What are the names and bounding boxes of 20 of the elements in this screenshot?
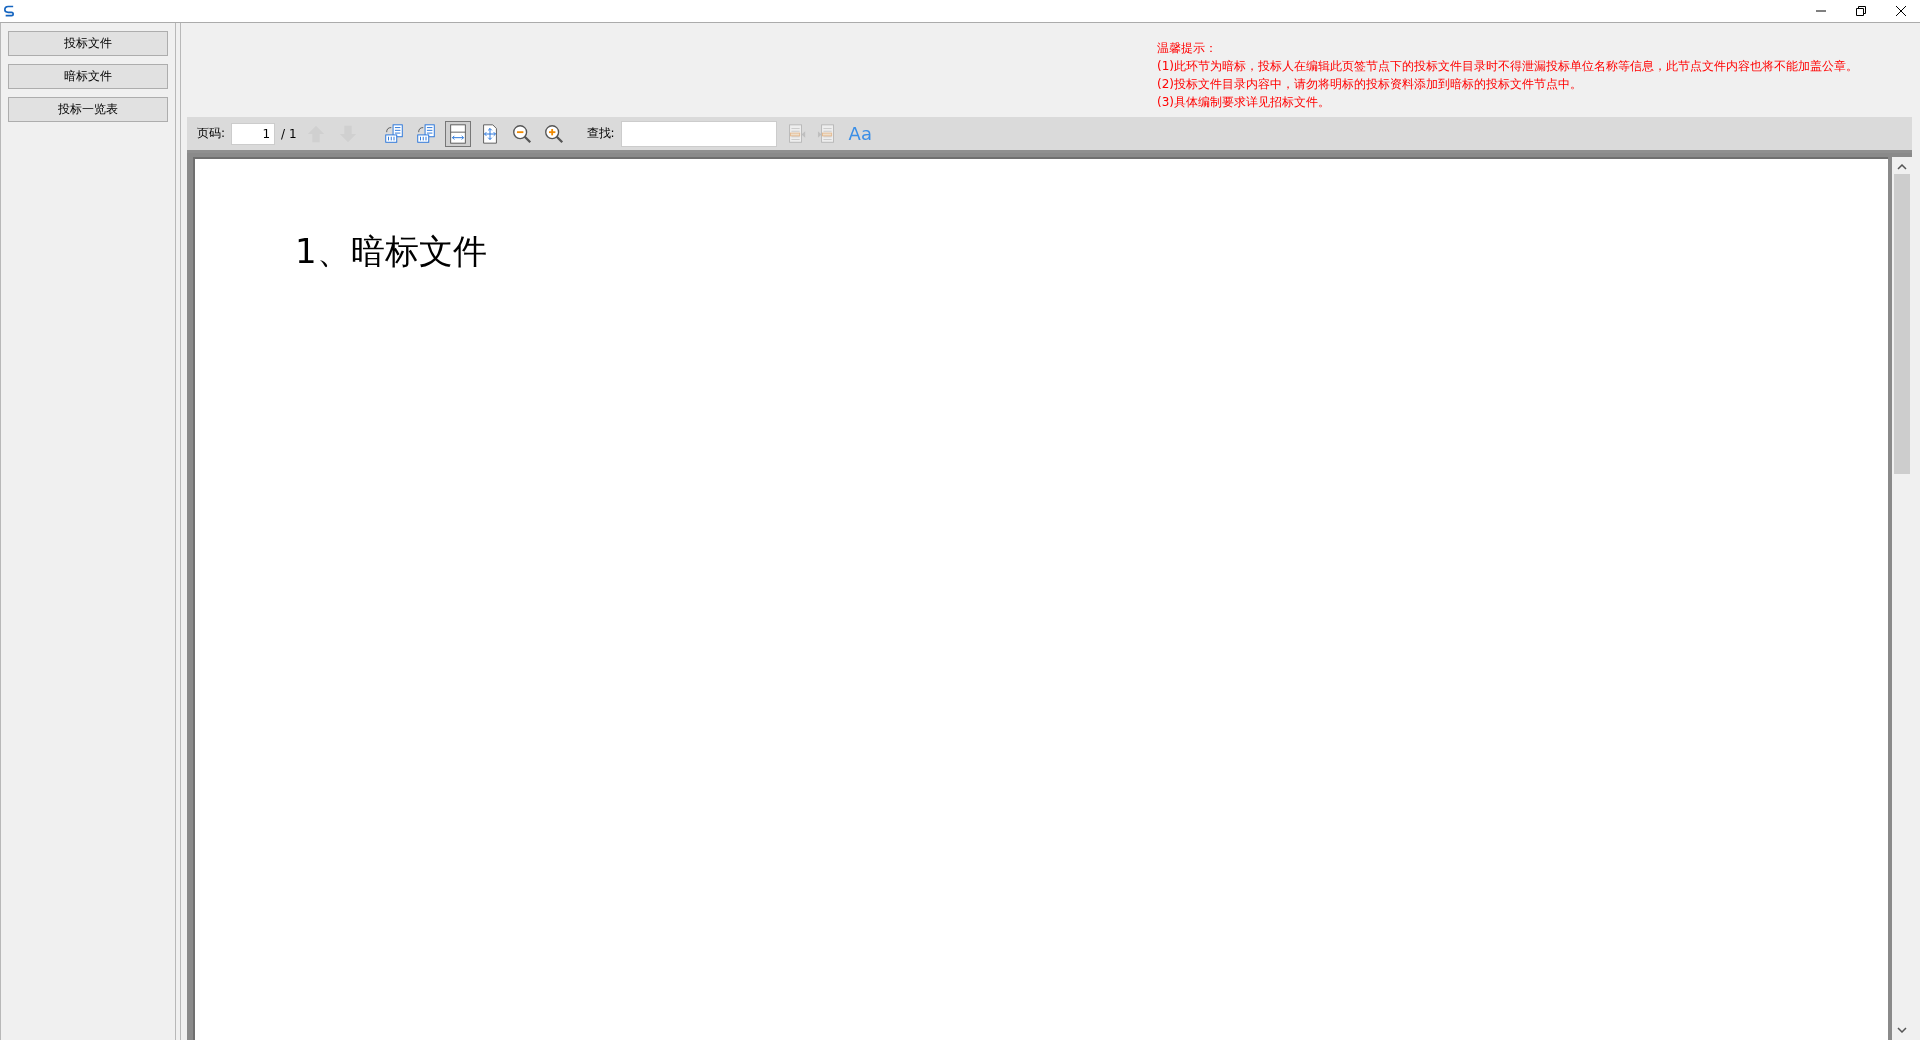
notice-line: (2)投标文件目录内容中，请勿将明标的投标资料添加到暗标的投标文件节点中。 [1157, 76, 1583, 93]
restore-icon[interactable] [1856, 6, 1866, 16]
notice-title: 温馨提示： [1157, 40, 1218, 57]
close-icon[interactable] [1896, 6, 1906, 16]
scroll-down-icon[interactable] [1897, 1027, 1907, 1033]
find-label: 查找: [586, 125, 615, 142]
notice-line: (3)具体编制要求详见招标文件。 [1157, 94, 1331, 111]
app-logo-icon [4, 4, 14, 18]
scroll-up-icon[interactable] [1897, 164, 1907, 170]
document-heading: 1、暗标文件 [294, 230, 488, 273]
sidebar-button[interactable]: 暗标文件 [8, 64, 168, 89]
fit-width-button[interactable] [444, 120, 471, 147]
vertical-scrollbar[interactable] [1892, 157, 1912, 1040]
page-input[interactable]: 1 [231, 122, 276, 145]
page-label: 页码: [197, 125, 226, 142]
sidebar-button[interactable]: 投标文件 [8, 31, 168, 56]
find-input[interactable] [620, 120, 777, 147]
sidebar-button[interactable]: 投标一览表 [8, 97, 168, 122]
notice-line: (1)此环节为暗标，投标人在编辑此页签节点下的投标文件目录时不得泄漏投标单位名称等信息，此节点文件内容也将不能加盖公章。 [1157, 58, 1859, 75]
page-total: / 1 [281, 126, 297, 141]
